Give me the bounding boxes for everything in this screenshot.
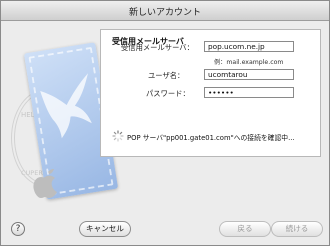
dialog-window: 新しいアカウント HELLO P CUPERTINO 受信用メールサーバ 受信用… [0,0,330,246]
incoming-server-panel: 受信用メールサーバ 受信用メールサーバ： pop.ucom.ne.jp 例：ma… [100,29,321,157]
username-field[interactable]: ucomtarou [204,69,294,80]
username-value: ucomtarou [208,70,248,79]
title-bar: 新しいアカウント [1,1,329,21]
eagle-icon [40,73,92,139]
server-hint: 例：mail.example.com [214,59,284,66]
apple-logo-icon [33,169,57,198]
server-label: 受信用メールサーバ： [121,43,194,52]
help-button[interactable]: ? [11,222,25,236]
incoming-server-value: pop.ucom.ne.jp [208,42,265,51]
continue-button[interactable]: 続ける [271,221,323,237]
dialog-content: HELLO P CUPERTINO 受信用メールサーバ 受信用メールサーバ： p… [11,29,321,234]
window-title: 新しいアカウント [128,8,201,18]
connection-status-text: POP サーバ"pp001.gate01.com"への接続を確認中... [127,134,295,142]
back-button[interactable]: 戻る [219,221,271,237]
password-value: •••••• [208,88,234,97]
incoming-server-field[interactable]: pop.ucom.ne.jp [204,41,294,52]
password-label: パスワード： [146,89,190,98]
dialog-footer: ? キャンセル 戻る 続ける [1,213,329,246]
loading-spinner-icon [112,130,124,142]
password-field[interactable]: •••••• [204,87,294,98]
cancel-button[interactable]: キャンセル [79,221,131,237]
username-label: ユーザ名： [148,71,185,80]
